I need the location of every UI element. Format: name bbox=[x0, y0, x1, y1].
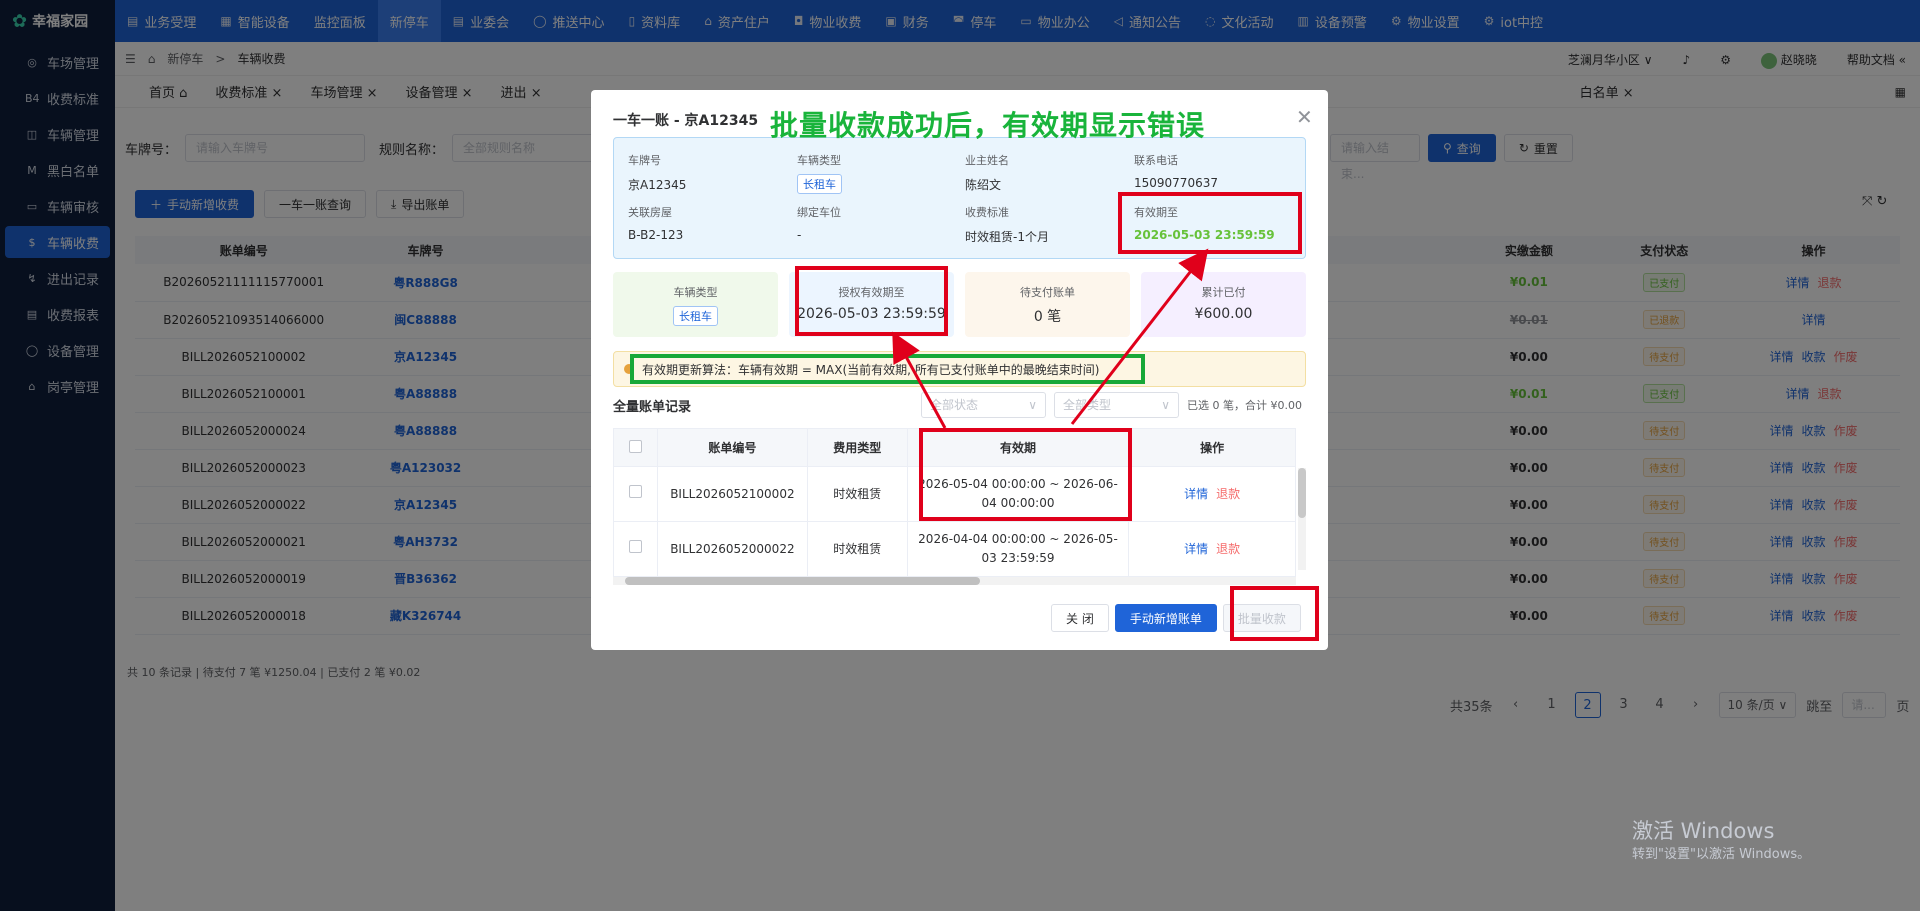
annotation-arrows bbox=[892, 248, 1209, 429]
arrow-to-auth bbox=[892, 331, 947, 429]
arrow-to-expire bbox=[1070, 248, 1209, 425]
